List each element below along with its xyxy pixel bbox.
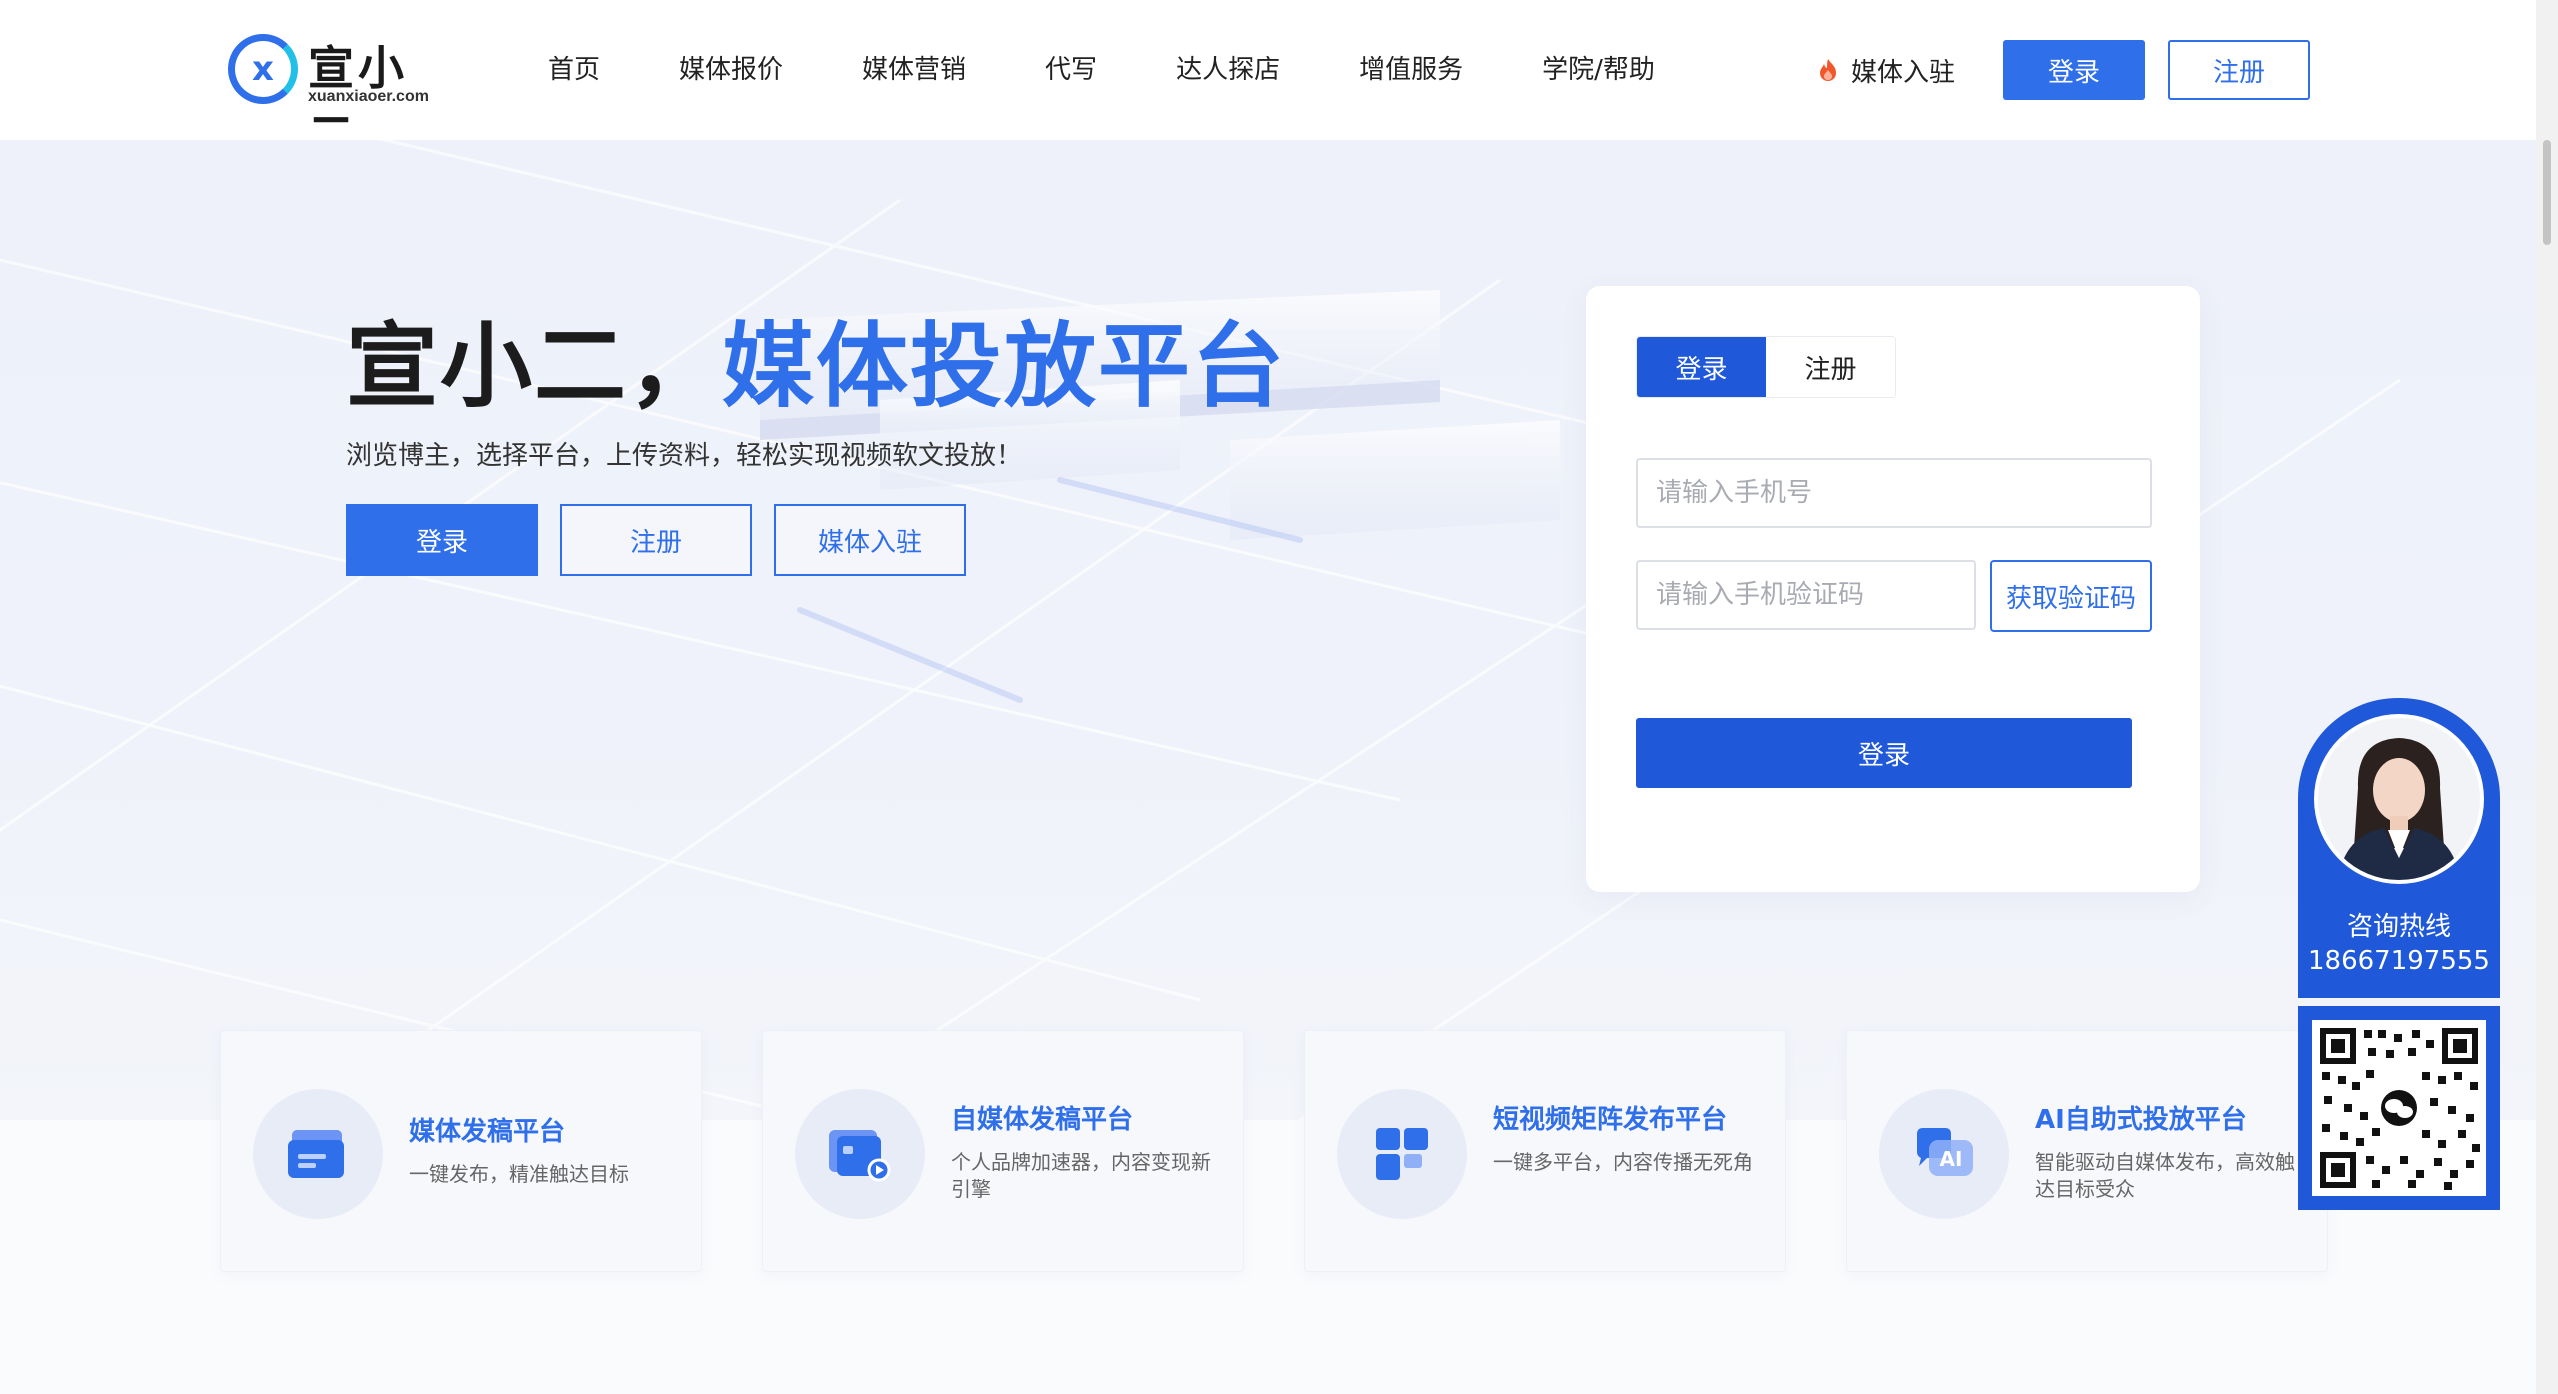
feature-desc: 一键多平台，内容传播无死角 <box>1493 1150 1753 1174</box>
hero-title: 宣小二，媒体投放平台 <box>346 292 1286 425</box>
header-login-button[interactable]: 登录 <box>2003 40 2145 100</box>
card-icon <box>253 1089 383 1219</box>
nav-media-marketing[interactable]: 媒体营销 <box>862 50 966 90</box>
media-join-label: 媒体入驻 <box>1851 57 1956 88</box>
hero-register-button[interactable]: 注册 <box>560 504 752 576</box>
site-logo[interactable]: x 宣小二 xuanxiaoer.com <box>228 30 443 161</box>
tab-login[interactable]: 登录 <box>1637 337 1766 397</box>
nav-value-added[interactable]: 增值服务 <box>1359 50 1463 90</box>
feature-desc: 一键发布，精准触达目标 <box>409 1162 629 1186</box>
logo-domain: xuanxiaoer.com <box>308 88 429 105</box>
feature-desc: 智能驱动自媒体发布，高效触达目标受众 <box>2035 1150 2295 1201</box>
feature-title: 短视频矩阵发布平台 <box>1493 1105 1728 1135</box>
feature-card-media-release[interactable]: 媒体发稿平台 一键发布，精准触达目标 <box>220 1030 702 1272</box>
nav-ghostwriting[interactable]: 代写 <box>1045 50 1097 90</box>
hero-subtitle: 浏览博主，选择平台，上传资料，轻松实现视频软文投放！ <box>346 441 1023 471</box>
ai-chat-icon: AI <box>1879 1089 2009 1219</box>
header-register-button[interactable]: 注册 <box>2168 40 2310 100</box>
nav-academy-help[interactable]: 学院/帮助 <box>1542 50 1655 90</box>
get-code-button[interactable]: 获取验证码 <box>1990 560 2152 632</box>
verification-code-input[interactable] <box>1636 560 1976 630</box>
login-card: 登录 注册 获取验证码 登录 <box>1586 286 2200 892</box>
page-scrollbar[interactable] <box>2536 0 2558 1394</box>
fire-icon <box>1820 59 1836 81</box>
hero-login-button[interactable]: 登录 <box>346 504 538 576</box>
wechat-qr-code <box>2312 1020 2486 1196</box>
feature-title: 媒体发稿平台 <box>409 1117 566 1147</box>
scrollbar-thumb[interactable] <box>2543 140 2551 245</box>
wechat-qr-widget[interactable] <box>2298 1006 2500 1210</box>
media-join-link[interactable]: 媒体入驻 <box>1817 50 1955 90</box>
login-submit-button[interactable]: 登录 <box>1636 718 2132 788</box>
consult-phone-number: 18667197555 <box>2308 946 2490 976</box>
grid-icon <box>1337 1089 1467 1219</box>
phone-input[interactable] <box>1636 458 2152 528</box>
video-folder-icon <box>795 1089 925 1219</box>
tab-register[interactable]: 注册 <box>1766 337 1895 397</box>
feature-title: 自媒体发稿平台 <box>951 1105 1134 1135</box>
hero-title-accent: 媒体投放平台 <box>722 313 1287 420</box>
feature-card-short-video-matrix[interactable]: 短视频矩阵发布平台 一键多平台，内容传播无死角 <box>1304 1030 1786 1272</box>
customer-service-avatar <box>2314 714 2484 884</box>
nav-home[interactable]: 首页 <box>548 50 600 90</box>
feature-card-ai-self-service[interactable]: AI AI自助式投放平台 智能驱动自媒体发布，高效触达目标受众 <box>1846 1030 2328 1272</box>
logo-icon: x <box>228 34 298 104</box>
consult-label: 咨询热线 <box>2346 912 2451 942</box>
site-header: x 宣小二 xuanxiaoer.com 首页 媒体报价 媒体营销 代写 达人探… <box>0 0 2536 161</box>
nav-media-pricing[interactable]: 媒体报价 <box>679 50 783 90</box>
feature-title: AI自助式投放平台 <box>2035 1105 2247 1135</box>
svg-text:AI: AI <box>1940 1147 1963 1171</box>
hero-title-brand: 宣小二， <box>346 313 723 420</box>
main-nav: 首页 媒体报价 媒体营销 代写 达人探店 增值服务 学院/帮助 <box>548 50 1734 90</box>
hero-media-join-button[interactable]: 媒体入驻 <box>774 504 966 576</box>
feature-desc: 个人品牌加速器，内容变现新引擎 <box>951 1150 1211 1201</box>
nav-influencer-visits[interactable]: 达人探店 <box>1176 50 1280 90</box>
feature-card-self-media[interactable]: 自媒体发稿平台 个人品牌加速器，内容变现新引擎 <box>762 1030 1244 1272</box>
login-tabs: 登录 注册 <box>1636 336 1896 398</box>
consult-hotline-widget[interactable]: 咨询热线 18667197555 <box>2298 698 2500 998</box>
